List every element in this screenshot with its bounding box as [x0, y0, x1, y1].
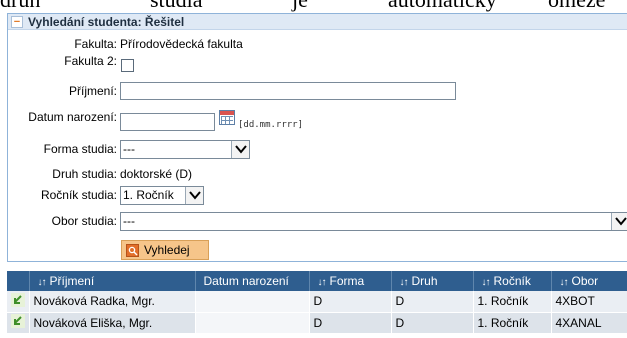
search-icon: [126, 244, 139, 257]
search-button-label: Vyhledej: [144, 243, 190, 257]
top-word: omeze: [548, 0, 605, 13]
cell-birth: [195, 291, 310, 313]
druh-label: Druh studia:: [52, 167, 117, 181]
cell-name: Nováková Radka, Mgr.: [29, 291, 196, 313]
fakulta-value: Přírodovědecká fakulta: [120, 37, 243, 51]
fakulta2-checkbox[interactable]: [121, 59, 134, 72]
forma-select[interactable]: ---: [120, 140, 250, 159]
chevron-down-icon: [231, 141, 249, 158]
results-table: ↓↑ Příjmení Datum narození ↓↑ Forma ↓↑ Druh…: [7, 271, 627, 334]
collapse-icon[interactable]: −: [11, 16, 23, 28]
sort-icon[interactable]: ↓↑: [38, 277, 47, 288]
clipped-top-text: druh studia je automaticky omeze: [0, 0, 627, 13]
select-row-cell[interactable]: [7, 312, 30, 334]
select-arrow-icon[interactable]: [10, 292, 25, 307]
sort-icon[interactable]: ↓↑: [560, 277, 569, 288]
column-header-forma[interactable]: ↓↑ Forma: [309, 271, 392, 291]
cell-birth: [195, 312, 310, 334]
cell-forma: D: [309, 312, 392, 334]
sort-icon[interactable]: ↓↑: [318, 277, 327, 288]
cell-obor: 4XANAL: [551, 312, 627, 334]
cell-druh: D: [391, 312, 474, 334]
cell-rocnik: 1. Ročník: [473, 312, 552, 334]
results-header-row: ↓↑ Příjmení Datum narození ↓↑ Forma ↓↑ Druh…: [7, 271, 627, 291]
cell-rocnik: 1. Ročník: [473, 291, 552, 313]
cell-obor: 4XBOT: [551, 291, 627, 313]
chevron-down-icon: [611, 213, 627, 230]
panel-header: − Vyhledání studenta: Řešitel: [8, 14, 627, 30]
rocnik-select-value: 1. Ročník: [123, 188, 174, 202]
obor-select[interactable]: ---: [120, 212, 627, 231]
column-header-obor[interactable]: ↓↑ Obor: [551, 271, 627, 291]
forma-select-value: ---: [123, 142, 135, 156]
sort-icon[interactable]: ↓↑: [482, 277, 491, 288]
cell-druh: D: [391, 291, 474, 313]
column-header-datum: Datum narození: [195, 271, 310, 291]
student-search-panel: − Vyhledání studenta: Řešitel Fakulta: P…: [7, 13, 627, 262]
druh-value: doktorské (D): [120, 167, 193, 181]
datum-label: Datum narození:: [28, 110, 117, 124]
table-row[interactable]: Nováková Radka, Mgr. D D 1. Ročník 4XBOT: [7, 291, 627, 313]
sort-icon[interactable]: ↓↑: [400, 277, 409, 288]
forma-label: Forma studia:: [43, 142, 117, 156]
top-word: je: [292, 0, 308, 13]
fakulta-label: Fakulta:: [74, 37, 117, 51]
datum-input[interactable]: [120, 113, 215, 131]
select-row-cell[interactable]: [7, 291, 30, 313]
table-row[interactable]: Nováková Eliška, Mgr. D D 1. Ročník 4XAN…: [7, 312, 627, 334]
fakulta2-label: Fakulta 2:: [64, 54, 117, 68]
select-arrow-icon[interactable]: [10, 314, 25, 328]
date-format-hint: [dd.mm.rrrr]: [238, 120, 304, 130]
select-column-header: [7, 271, 30, 291]
column-header-druh[interactable]: ↓↑ Druh: [391, 271, 474, 291]
cell-name: Nováková Eliška, Mgr.: [29, 312, 196, 334]
prijmeni-input[interactable]: [120, 82, 456, 100]
top-word: studia: [150, 0, 203, 13]
column-header-prijmeni[interactable]: ↓↑ Příjmení: [29, 271, 196, 291]
search-button[interactable]: Vyhledej: [121, 240, 209, 260]
column-header-rocnik[interactable]: ↓↑ Ročník: [473, 271, 552, 291]
obor-label: Obor studia:: [51, 214, 117, 228]
cell-forma: D: [309, 291, 392, 313]
calendar-icon[interactable]: [219, 110, 235, 125]
rocnik-label: Ročník studia:: [40, 188, 117, 202]
results-table-wrapper: ↓↑ Příjmení Datum narození ↓↑ Forma ↓↑ Druh…: [7, 271, 627, 334]
top-word: automaticky: [388, 0, 497, 13]
obor-select-value: ---: [123, 214, 135, 228]
rocnik-select[interactable]: 1. Ročník: [120, 186, 204, 205]
top-word: druh: [0, 0, 40, 13]
chevron-down-icon: [185, 187, 203, 204]
prijmeni-label: Příjmení:: [68, 84, 117, 98]
panel-title: Vyhledání studenta: Řešitel: [28, 15, 185, 29]
